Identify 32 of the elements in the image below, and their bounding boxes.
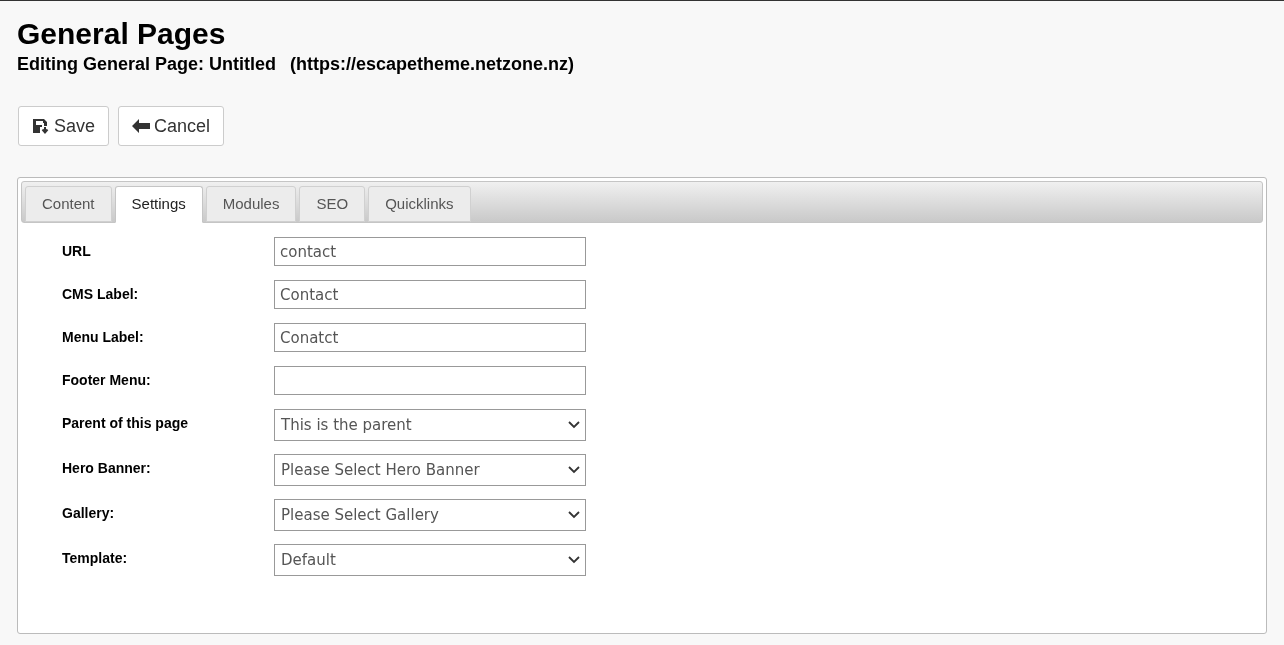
page-title: General Pages xyxy=(17,17,227,51)
floppy-disk-icon xyxy=(32,117,50,135)
tab[interactable]: SEO xyxy=(299,186,366,222)
tab[interactable]: Content xyxy=(25,186,112,222)
tab[interactable]: Modules xyxy=(205,186,297,222)
save-button[interactable]: Save xyxy=(18,106,110,146)
field-label: Hero Banner: xyxy=(62,459,152,478)
dropdown[interactable]: Default xyxy=(274,544,586,576)
chevron-down-icon xyxy=(568,556,580,564)
field-label: Parent of this page xyxy=(62,414,190,433)
left-arrow-icon xyxy=(132,119,151,133)
field-label: Gallery: xyxy=(62,504,116,523)
field-label: Menu Label: xyxy=(62,328,145,347)
text-field[interactable]: contact xyxy=(274,237,586,266)
cancel-button[interactable]: Cancel xyxy=(118,106,225,146)
site-url: (https://escapetheme.netzone.nz) xyxy=(290,53,575,75)
page-subtitle: Editing General Page: Untitled xyxy=(17,53,277,75)
tab[interactable]: Settings xyxy=(114,186,203,223)
dropdown[interactable]: Please Select Hero Banner xyxy=(274,454,586,486)
text-field[interactable]: Conatct xyxy=(274,323,586,352)
dropdown[interactable]: Please Select Gallery xyxy=(274,499,586,531)
text-field[interactable] xyxy=(274,366,586,395)
text-field[interactable]: Contact xyxy=(274,280,586,309)
tab[interactable]: Quicklinks xyxy=(368,186,471,222)
chevron-down-icon xyxy=(568,421,580,429)
field-label: Template: xyxy=(62,549,129,568)
field-label: URL xyxy=(62,242,92,261)
chevron-down-icon xyxy=(568,466,580,474)
chevron-down-icon xyxy=(568,511,580,519)
field-label: CMS Label: xyxy=(62,285,140,304)
dropdown[interactable]: This is the parent xyxy=(274,409,586,441)
field-label: Footer Menu: xyxy=(62,371,152,390)
